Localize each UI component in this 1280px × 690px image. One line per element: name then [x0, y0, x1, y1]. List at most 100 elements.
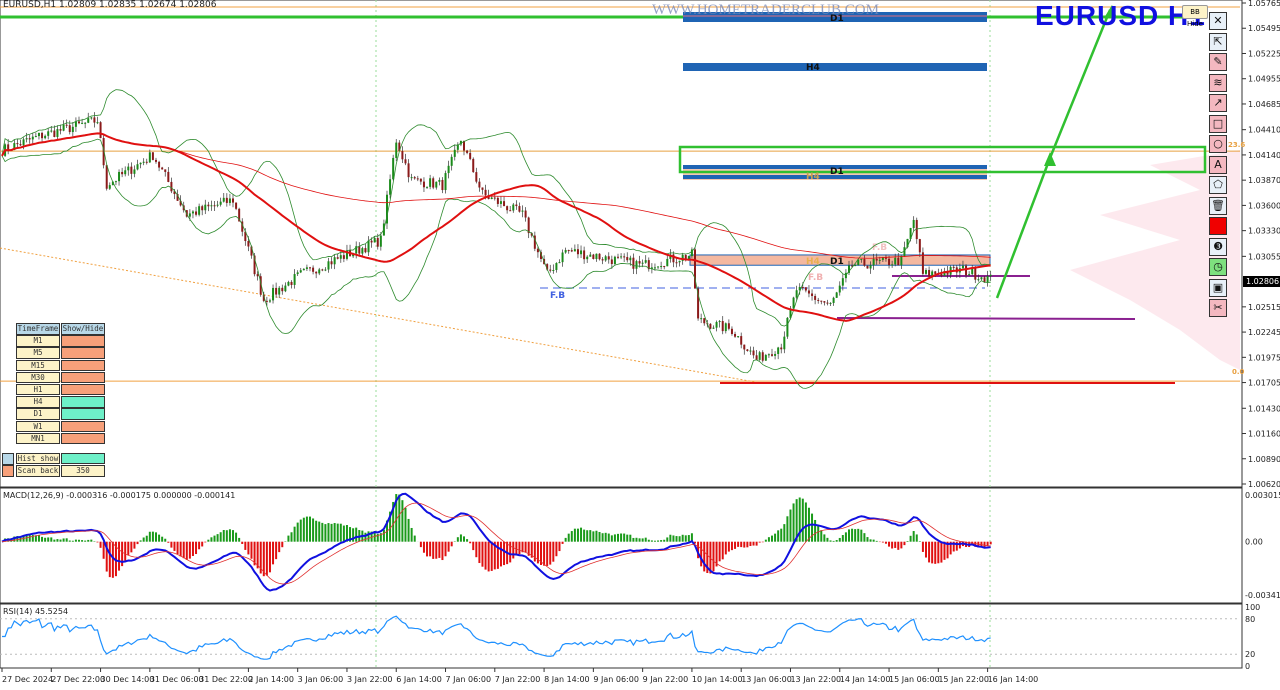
cursor-icon[interactable]: ⇱: [1209, 32, 1227, 51]
macd-bar: [573, 528, 576, 542]
macd-bar: [235, 532, 238, 542]
candle-body: [700, 318, 703, 320]
candle-body: [592, 254, 595, 259]
candle: [552, 264, 555, 274]
wave-icon[interactable]: ≋: [1209, 73, 1227, 92]
macd-bar: [607, 533, 610, 542]
macd-bar: [801, 498, 804, 542]
candle: [404, 153, 407, 166]
arrow-icon[interactable]: ↗: [1209, 94, 1227, 112]
macd-bar: [182, 541, 185, 559]
macd-bar: [558, 541, 561, 552]
candle: [761, 350, 764, 363]
candle: [604, 254, 607, 262]
candle-body: [299, 270, 302, 273]
trendline: [0, 247, 756, 383]
toggle-m15[interactable]: [61, 359, 105, 372]
rectangle-icon[interactable]: □: [1209, 114, 1227, 133]
macd-bar: [44, 537, 47, 542]
color-icon[interactable]: [1209, 217, 1227, 235]
candle: [315, 271, 318, 279]
toggle-h1[interactable]: [61, 383, 105, 396]
close-icon[interactable]: ✕: [1209, 12, 1227, 30]
bb-hide-button[interactable]: BB Hide: [1182, 5, 1208, 28]
toggle-m30[interactable]: [61, 371, 105, 384]
candle-body: [155, 159, 157, 162]
macd-bar: [50, 537, 53, 542]
macd-bar: [268, 541, 271, 573]
candle: [272, 284, 275, 304]
history-icon[interactable]: [2, 452, 14, 465]
macd-bar: [432, 541, 435, 559]
trash-icon[interactable]: 🗑: [1209, 196, 1227, 215]
macd-bar: [928, 541, 931, 563]
pencil-icon[interactable]: ✎: [1209, 53, 1227, 71]
candle-body: [814, 295, 817, 300]
macd-bar: [139, 540, 142, 542]
macd-bar: [56, 539, 59, 542]
y-tick-label: 1.04955: [1248, 75, 1280, 84]
macd-bar: [228, 529, 231, 542]
chart-canvas[interactable]: 1.05765 1.05495 1.05225 1.04955 1.04685 1.044…: [0, 0, 1280, 690]
circle-icon[interactable]: ○: [1209, 135, 1227, 153]
candle-body: [478, 181, 481, 188]
macd-bar: [663, 539, 666, 542]
macd-bar: [792, 503, 795, 542]
y-tick-label: 1.01705: [1248, 379, 1280, 388]
candle-body: [900, 255, 903, 266]
save-icon[interactable]: ▣: [1209, 278, 1227, 297]
clock-icon[interactable]: ◷: [1209, 258, 1227, 276]
candle-body: [509, 210, 512, 212]
candle: [496, 196, 499, 207]
toggle-m1[interactable]: [61, 335, 105, 347]
macd-bar: [170, 541, 173, 548]
toggle-m5[interactable]: [61, 347, 105, 359]
macd-bar: [413, 535, 416, 542]
candle-body: [925, 270, 927, 274]
candle-body: [275, 287, 278, 295]
candle: [601, 257, 604, 265]
y-tick-label: 1.03600: [1248, 201, 1280, 210]
candle: [811, 289, 814, 301]
candle-body: [222, 197, 225, 202]
candle-body: [441, 179, 444, 191]
toggle-w1[interactable]: [61, 420, 105, 432]
candle-body: [78, 121, 80, 124]
candle: [28, 134, 31, 144]
candle-body: [663, 266, 666, 268]
macd-bar: [657, 540, 660, 542]
macd-bar: [533, 541, 536, 562]
candle: [912, 216, 915, 232]
timeframe-label: MN1: [16, 432, 60, 445]
candle-body: [807, 290, 810, 294]
macd-bar: [746, 541, 749, 548]
candle-body: [897, 257, 900, 266]
candle: [589, 251, 592, 257]
macd-tick: 0.00: [1245, 538, 1263, 547]
scissors-icon[interactable]: ✂: [1209, 299, 1227, 317]
candle-body: [278, 287, 281, 295]
macd-bar: [41, 536, 44, 542]
rsi-label: RSI(14) 45.5254: [3, 607, 69, 616]
candle: [426, 186, 429, 189]
fill-icon[interactable]: ⬠: [1209, 176, 1227, 194]
candle: [108, 182, 111, 191]
candle: [734, 331, 737, 338]
macd-bar: [564, 537, 567, 542]
color-swatch-icon[interactable]: [2, 465, 14, 478]
x-tick-label: 9 Jan 06:00: [593, 675, 639, 684]
y-tick-label: 1.03330: [1248, 227, 1280, 236]
hist-show-value[interactable]: [61, 452, 105, 465]
candle: [752, 346, 755, 359]
candle-body: [164, 169, 167, 172]
candle-body: [416, 178, 419, 180]
scan-back-value[interactable]: 350: [61, 465, 105, 477]
toggle-h4[interactable]: [61, 396, 105, 408]
text-icon[interactable]: A: [1209, 155, 1227, 174]
toggle-mn1[interactable]: [61, 432, 105, 445]
candle: [663, 265, 666, 270]
macd-bar: [287, 535, 290, 542]
toggle-d1[interactable]: [61, 408, 105, 420]
number-icon[interactable]: ❸: [1209, 237, 1227, 256]
candle: [724, 322, 727, 334]
